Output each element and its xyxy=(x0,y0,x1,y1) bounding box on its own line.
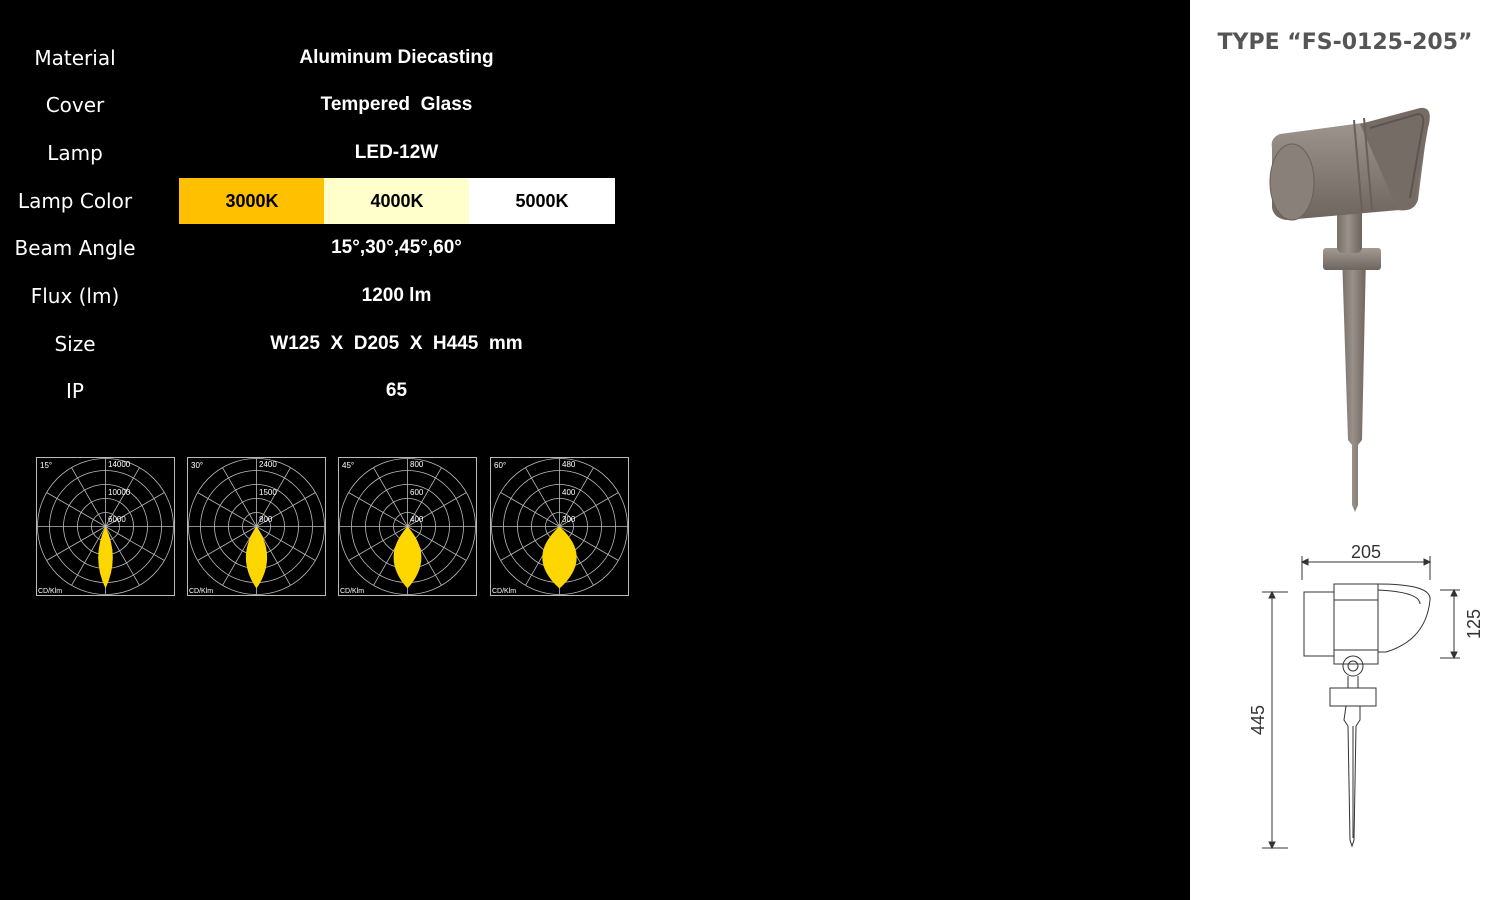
ring-label: 1500 xyxy=(259,488,277,497)
spec-label: Beam Angle xyxy=(14,236,136,260)
spec-row-cover: Cover Tempered Glass xyxy=(0,82,640,128)
spec-row-lamp: Lamp LED-12W xyxy=(0,130,640,176)
beam-angle-label: 30° xyxy=(191,461,203,470)
polar-chart-svg: 45° 800 600 400 CD/Klm xyxy=(338,457,477,596)
spec-label: Flux (lm) xyxy=(30,284,120,308)
spec-row-beam-angle: Beam Angle 15°,30°,45°,60° xyxy=(0,225,640,271)
lamp-color-4000k: 4000K xyxy=(324,178,470,224)
spec-label: Lamp xyxy=(47,141,103,165)
beam-angle-label: 60° xyxy=(494,461,506,470)
ring-label: 600 xyxy=(410,488,424,497)
spec-row-flux: Flux (lm) 1200 lm xyxy=(0,273,640,319)
ring-label: 400 xyxy=(562,488,576,497)
beam-angle-label: 15° xyxy=(40,461,52,470)
spec-label: Lamp Color xyxy=(17,189,133,213)
beam-angle-label: 45° xyxy=(342,461,354,470)
spec-label: Material xyxy=(34,46,116,70)
polar-chart-30: 30° 2400 1500 800 CD/Klm xyxy=(187,457,326,596)
lamp-color-label: 4000K xyxy=(370,191,424,211)
spec-value: W125 X D205 X H445 mm xyxy=(270,333,523,354)
ring-label: 480 xyxy=(562,460,576,469)
unit-label: CD/Klm xyxy=(38,588,62,595)
dim-width-label: 205 xyxy=(1351,542,1381,562)
dimension-drawing: 205 125 445 xyxy=(1250,542,1484,850)
spec-value: 1200 lm xyxy=(361,285,432,306)
dim-total-height-label: 445 xyxy=(1250,705,1268,735)
ring-label: 2400 xyxy=(259,460,277,469)
ring-label: 800 xyxy=(259,515,273,524)
spec-row-material: Material Aluminum Diecasting xyxy=(0,35,640,81)
spec-label: Size xyxy=(54,332,96,356)
ring-label: 6000 xyxy=(108,515,126,524)
spec-value: 15°,30°,45°,60° xyxy=(331,237,462,258)
unit-label: CD/Klm xyxy=(189,588,213,595)
ring-label: 300 xyxy=(562,515,576,524)
unit-label: CD/Klm xyxy=(492,588,516,595)
spec-label: Cover xyxy=(45,93,105,117)
ring-label: 10000 xyxy=(108,488,131,497)
spec-value: LED-12W xyxy=(354,142,439,163)
spec-label: IP xyxy=(66,379,84,403)
spec-value: Aluminum Diecasting xyxy=(299,47,494,68)
ring-label: 14000 xyxy=(108,460,131,469)
product-type-title: TYPE “FS-0125-205” xyxy=(1217,30,1473,55)
polar-chart-60: 60° 480 400 300 CD/Klm xyxy=(490,457,629,596)
polar-chart-svg: 15° 14000 10000 6000 CD/Klm xyxy=(36,457,175,596)
beam-shape xyxy=(393,526,422,589)
polar-chart-svg: 30° 2400 1500 800 CD/Klm xyxy=(187,457,326,596)
spec-row-ip: IP 65 xyxy=(0,368,640,414)
unit-label: CD/Klm xyxy=(340,588,364,595)
ring-label: 800 xyxy=(410,460,424,469)
beam-shape xyxy=(542,526,577,589)
polar-chart-svg: 60° 480 400 300 CD/Klm xyxy=(490,457,629,596)
lamp-color-5000k: 5000K xyxy=(469,178,615,224)
spec-row-size: Size W125 X D205 X H445 mm xyxy=(0,321,640,367)
spec-panel: Material Aluminum Diecasting Cover Tempe… xyxy=(0,0,1190,900)
lamp-color-label: 5000K xyxy=(515,191,569,211)
lamp-color-label: 3000K xyxy=(225,191,279,211)
polar-chart-45: 45° 800 600 400 CD/Klm xyxy=(338,457,477,596)
spec-row-lamp-color: Lamp Color 3000K 4000K 5000K xyxy=(0,178,640,224)
spec-value: Tempered Glass xyxy=(320,94,473,115)
lamp-color-3000k: 3000K xyxy=(179,178,325,224)
beam-shape xyxy=(245,526,268,589)
product-photo xyxy=(1269,107,1430,512)
dim-head-height-label: 125 xyxy=(1464,609,1484,639)
ring-label: 400 xyxy=(410,515,424,524)
spec-value: 65 xyxy=(385,380,408,401)
polar-chart-15: 15° 14000 10000 6000 CD/Klm xyxy=(36,457,175,596)
product-panel: TYPE “FS-0125-205” 205 125 445 xyxy=(1190,0,1500,900)
